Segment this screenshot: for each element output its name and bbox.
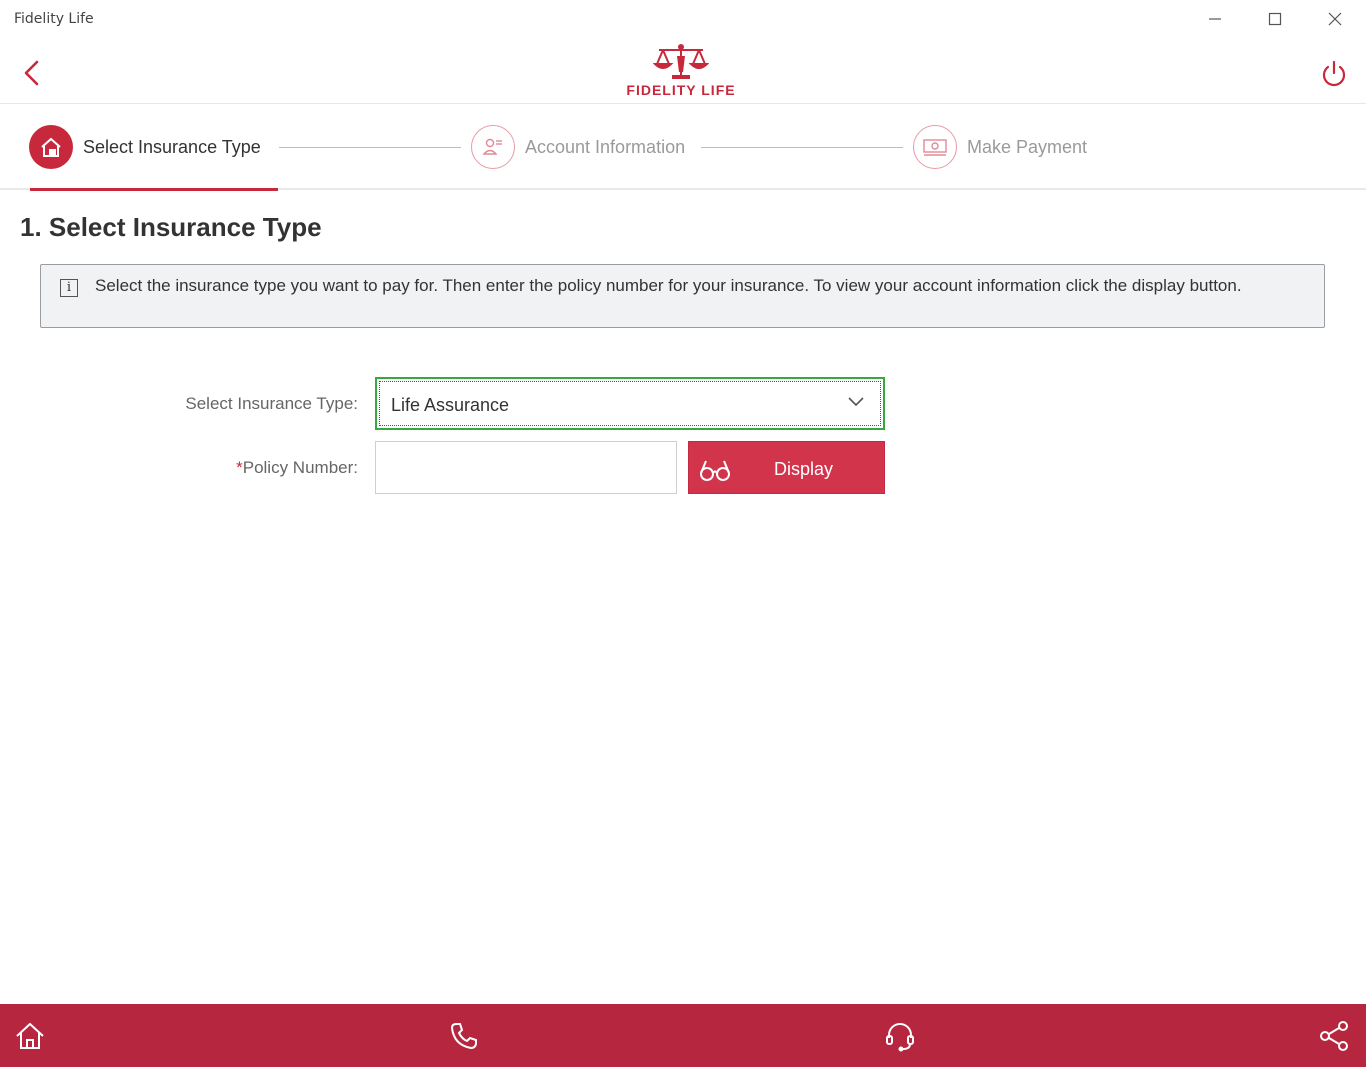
step-1-circle xyxy=(29,125,73,169)
share-icon xyxy=(1320,1021,1348,1051)
policy-number-label: *Policy Number: xyxy=(118,458,358,478)
payment-money-icon xyxy=(923,139,947,156)
step-2-circle xyxy=(471,125,515,169)
app-header: FIDELITY LIFE xyxy=(0,40,1366,104)
glasses-icon xyxy=(700,460,730,481)
power-button[interactable] xyxy=(1318,58,1350,90)
chevron-left-icon xyxy=(24,60,39,86)
insurance-type-select[interactable]: Life Assurance xyxy=(375,377,885,430)
progress-stepper: Select Insurance Type Account Informatio… xyxy=(0,104,1366,191)
headset-icon xyxy=(886,1023,914,1052)
bottom-navigation-bar xyxy=(0,1004,1366,1067)
step-select-insurance-type[interactable]: Select Insurance Type xyxy=(29,124,261,170)
step-1-label: Select Insurance Type xyxy=(83,136,261,157)
close-button[interactable] xyxy=(1312,0,1358,38)
active-step-indicator xyxy=(30,188,278,191)
call-button[interactable] xyxy=(446,1018,482,1054)
share-button[interactable] xyxy=(1316,1018,1352,1054)
minimize-button[interactable] xyxy=(1192,0,1238,38)
support-button[interactable] xyxy=(882,1018,918,1054)
info-text: Select the insurance type you want to pa… xyxy=(95,276,1242,295)
info-icon: i xyxy=(60,279,78,297)
home-button[interactable] xyxy=(12,1018,48,1054)
close-icon xyxy=(1328,12,1342,26)
step-3-circle xyxy=(913,125,957,169)
window-title: Fidelity Life xyxy=(14,11,94,27)
policy-number-label-text: Policy Number: xyxy=(242,458,358,477)
step-connector xyxy=(701,147,903,148)
step-account-information[interactable]: Account Information xyxy=(471,124,685,170)
step-2-label: Account Information xyxy=(525,136,686,157)
chevron-down-icon xyxy=(848,397,864,407)
page-title: 1. Select Insurance Type xyxy=(20,212,322,242)
policy-number-input[interactable] xyxy=(375,441,677,494)
insurance-type-value: Life Assurance xyxy=(391,395,510,415)
required-mark: * xyxy=(236,458,243,477)
minimize-icon xyxy=(1209,18,1221,20)
account-card-icon xyxy=(482,138,502,155)
maximize-icon xyxy=(1268,12,1282,26)
step-connector xyxy=(279,147,461,148)
phone-icon xyxy=(450,1023,477,1050)
home-icon xyxy=(16,1022,44,1049)
maximize-button[interactable] xyxy=(1252,0,1298,38)
insurance-house-icon xyxy=(41,137,61,157)
power-icon xyxy=(1322,60,1346,87)
step-make-payment[interactable]: Make Payment xyxy=(913,124,1087,170)
info-message: i Select the insurance type you want to … xyxy=(40,264,1325,328)
display-button[interactable]: Display xyxy=(688,441,885,494)
display-button-label: Display xyxy=(774,459,834,479)
logo-text: FIDELITY LIFE xyxy=(626,82,736,98)
insurance-type-label: Select Insurance Type: xyxy=(185,394,358,413)
step-3-label: Make Payment xyxy=(967,136,1088,157)
back-button[interactable] xyxy=(16,58,46,88)
fidelity-life-logo: FIDELITY LIFE xyxy=(616,42,746,108)
scales-of-justice-icon xyxy=(653,44,709,79)
window-titlebar: Fidelity Life xyxy=(0,0,1366,40)
